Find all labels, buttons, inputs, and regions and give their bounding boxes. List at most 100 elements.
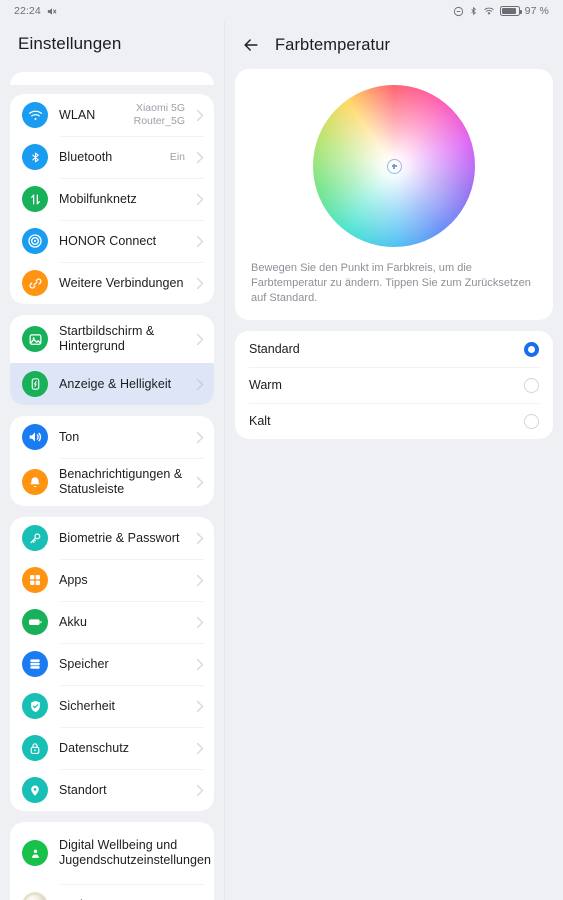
honor-connect-icon — [22, 228, 48, 254]
chevron-right-icon — [196, 378, 204, 391]
do-not-disturb-icon — [453, 6, 464, 17]
sidebar-group-4: Digital Wellbeing und Jugendschutzeinste… — [10, 822, 214, 900]
sidebar-card-partial — [10, 72, 214, 85]
chevron-right-icon — [196, 193, 204, 206]
sidebar-item-label: Benachrichtigungen & Statusleiste — [59, 467, 183, 496]
sidebar-item-label: Bluetooth — [59, 149, 113, 164]
sidebar-item-apps[interactable]: Apps — [10, 559, 214, 601]
temperature-option-kalt[interactable]: Kalt — [235, 403, 553, 439]
sidebar-scroll-area[interactable]: WLAN Xiaomi 5G Router_5G Bluetooth Ein Mobil… — [0, 72, 224, 900]
sidebar-group-2: Ton Benachrichtigungen & Statusleiste — [10, 416, 214, 506]
chevron-right-icon — [196, 616, 204, 629]
bell-icon — [22, 469, 48, 495]
status-bar-right: 97 % — [453, 5, 549, 17]
sidebar-item-assistent[interactable]: Assistent — [10, 884, 214, 900]
color-wheel-card: Bewegen Sie den Punkt im Farbkreis, um d… — [235, 69, 553, 320]
radio-button[interactable] — [524, 377, 539, 393]
battery-icon — [499, 6, 522, 16]
temperature-option-standard[interactable]: Standard — [235, 331, 553, 367]
sidebar-item-label: Mobilfunknetz — [59, 191, 137, 206]
mute-icon — [46, 6, 57, 17]
sidebar-item-label: Speicher — [59, 656, 109, 671]
color-picker-dot-icon[interactable] — [386, 158, 402, 174]
chevron-right-icon — [196, 476, 204, 489]
status-bar: 22:24 97 % — [0, 0, 563, 22]
radio-button-selected[interactable] — [524, 341, 539, 357]
chevron-right-icon — [196, 574, 204, 587]
chevron-right-icon — [196, 784, 204, 797]
storage-icon — [22, 651, 48, 677]
sidebar-item-benachrichtigungen-statusleiste[interactable]: Benachrichtigungen & Statusleiste — [10, 458, 214, 506]
chevron-right-icon — [196, 109, 204, 122]
page-title: Einstellungen — [18, 34, 122, 53]
detail-body: Bewegen Sie den Punkt im Farbkreis, um d… — [225, 55, 563, 439]
bluetooth-icon — [469, 5, 478, 17]
sidebar-group-0: WLAN Xiaomi 5G Router_5G Bluetooth Ein Mobil… — [10, 94, 214, 304]
sidebar-item-sicherheit[interactable]: Sicherheit — [10, 685, 214, 727]
sidebar-item-label: Standort — [59, 782, 107, 797]
detail-header: Farbtemperatur — [225, 22, 563, 55]
detail-title: Farbtemperatur — [275, 35, 391, 54]
sidebar-item-label: WLAN — [59, 107, 96, 122]
sidebar-item-ton[interactable]: Ton — [10, 416, 214, 458]
sidebar-item-standort[interactable]: Standort — [10, 769, 214, 811]
sidebar-item-anzeige-helligkeit[interactable]: Anzeige & Helligkeit — [10, 363, 214, 405]
sidebar-item-label: Biometrie & Passwort — [59, 530, 180, 545]
sidebar-item-weitere-verbindungen[interactable]: Weitere Verbindungen — [10, 262, 214, 304]
color-wheel-wrap — [247, 85, 541, 247]
sidebar-item-label: HONOR Connect — [59, 233, 157, 248]
temperature-option-warm[interactable]: Warm — [235, 367, 553, 403]
sidebar-item-datenschutz[interactable]: Datenschutz — [10, 727, 214, 769]
temperature-options-card: Standard Warm Kalt — [235, 331, 553, 439]
sidebar-group-1: Startbildschirm & Hintergrund Anzeige & H… — [10, 315, 214, 405]
chevron-right-icon — [196, 742, 204, 755]
sidebar-item-akku[interactable]: Akku — [10, 601, 214, 643]
sidebar-item-mobilfunknetz[interactable]: Mobilfunknetz — [10, 178, 214, 220]
status-bar-left: 22:24 — [14, 5, 57, 17]
chevron-right-icon — [196, 532, 204, 545]
wellbeing-heart-icon — [22, 840, 48, 866]
temperature-option-label: Warm — [249, 378, 282, 392]
key-icon — [22, 525, 48, 551]
wallpaper-icon — [22, 326, 48, 352]
sidebar-item-startbildschirm-hintergrund[interactable]: Startbildschirm & Hintergrund — [10, 315, 214, 363]
wifi-icon — [483, 6, 495, 16]
app-screen: Einstellungen WLAN Xiaomi 5G Router_5G Blu… — [0, 22, 563, 900]
sidebar-item-value: Ein — [169, 150, 185, 163]
sidebar-item-bluetooth[interactable]: Bluetooth Ein — [10, 136, 214, 178]
sidebar-item-label: Anzeige & Helligkeit — [59, 376, 172, 391]
shield-check-icon — [22, 693, 48, 719]
bluetooth-icon — [22, 144, 48, 170]
sidebar-item-speicher[interactable]: Speicher — [10, 643, 214, 685]
sidebar-item-biometrie-passwort[interactable]: Biometrie & Passwort — [10, 517, 214, 559]
lock-icon — [22, 735, 48, 761]
apps-grid-icon — [22, 567, 48, 593]
sidebar-item-honor-connect[interactable]: HONOR Connect — [10, 220, 214, 262]
sidebar-item-label: Digital Wellbeing und Jugendschutzeinste… — [59, 838, 212, 867]
battery-percent: 97 % — [524, 5, 549, 17]
sidebar-item-label: Weitere Verbindungen — [59, 275, 184, 290]
radio-button[interactable] — [524, 413, 539, 429]
speaker-icon — [22, 424, 48, 450]
detail-panel: Farbtemperatur Bewegen Sie den Punkt im … — [224, 22, 563, 900]
color-wheel[interactable] — [313, 85, 475, 247]
brightness-icon — [22, 371, 48, 397]
wifi-icon — [22, 102, 48, 128]
mobile-data-icon — [22, 186, 48, 212]
sidebar-group-3: Biometrie & Passwort Apps Akku Speicher Sich… — [10, 517, 214, 811]
chevron-right-icon — [196, 700, 204, 713]
sidebar-item-label: Apps — [59, 572, 88, 587]
chevron-right-icon — [196, 235, 204, 248]
sidebar-item-digital-wellbeing-und-jugendschutzeinstellungen[interactable]: Digital Wellbeing und Jugendschutzeinste… — [10, 822, 214, 884]
location-pin-icon — [22, 777, 48, 803]
sidebar-item-label: Datenschutz — [59, 740, 130, 755]
back-arrow-icon[interactable] — [241, 35, 261, 55]
chevron-right-icon — [196, 151, 204, 164]
sidebar-item-wlan[interactable]: WLAN Xiaomi 5G Router_5G — [10, 94, 214, 136]
sidebar-item-label: Startbildschirm & Hintergrund — [59, 324, 155, 353]
status-time: 22:24 — [14, 5, 41, 17]
sidebar-item-label: Ton — [59, 429, 80, 444]
temperature-option-label: Standard — [249, 342, 300, 356]
chevron-right-icon — [196, 658, 204, 671]
temperature-option-label: Kalt — [249, 414, 271, 428]
